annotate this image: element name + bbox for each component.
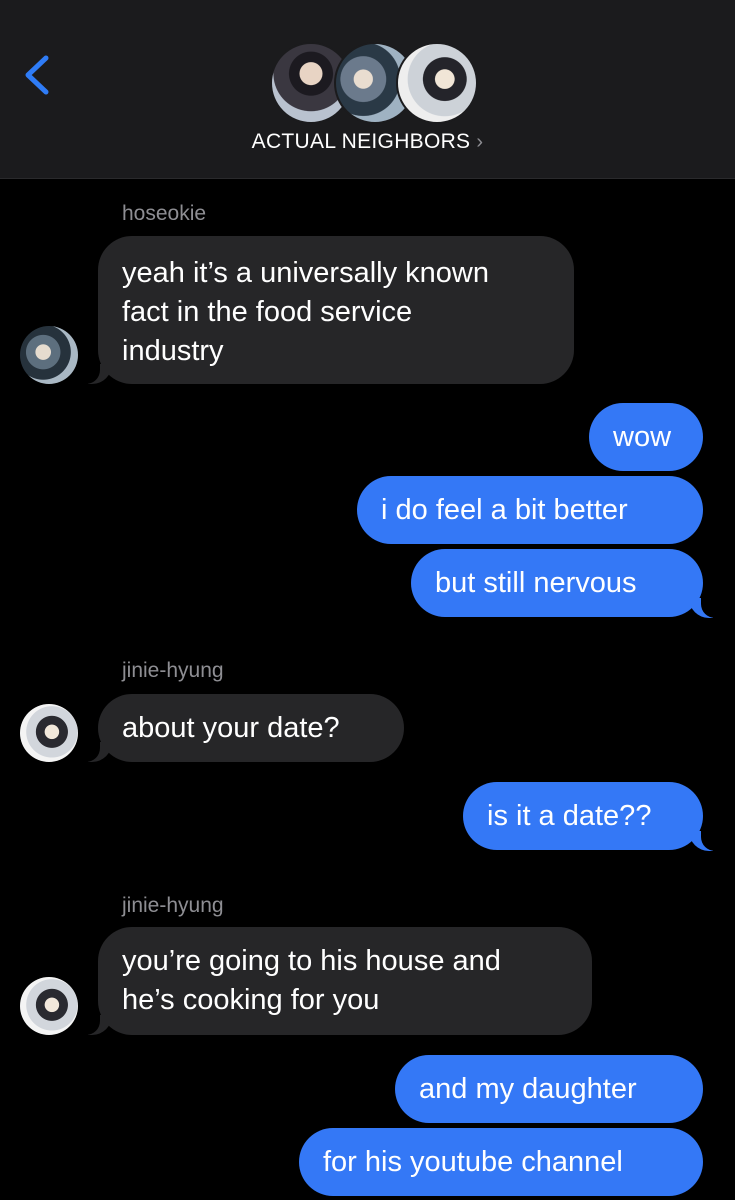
group-name: ACTUAL NEIGHBORS: [251, 130, 471, 153]
outgoing-message[interactable]: wow: [589, 403, 703, 471]
avatar: [396, 42, 478, 124]
outgoing-message[interactable]: i do feel a bit better: [357, 476, 703, 544]
avatar-hoseokie[interactable]: [20, 326, 78, 384]
message-line: you’re going to his house and: [122, 945, 501, 977]
bubble-tail: [689, 829, 723, 851]
message-line: industry: [122, 335, 224, 367]
outgoing-message[interactable]: for his youtube channel: [299, 1128, 703, 1196]
chevron-right-icon: ›: [476, 131, 484, 153]
sender-name: jinie-hyung: [122, 894, 224, 917]
chevron-left-icon[interactable]: [20, 52, 60, 98]
message-line: yeah it’s a universally known: [122, 257, 489, 289]
message-line: fact in the food service: [122, 296, 413, 328]
avatar-jinie-hyung[interactable]: [20, 977, 78, 1035]
group-title[interactable]: ACTUAL NEIGHBORS ›: [0, 130, 735, 154]
bubble-tail: [689, 596, 723, 618]
incoming-message[interactable]: about your date?: [98, 694, 404, 762]
incoming-message[interactable]: yeah it’s a universally known fact in th…: [98, 236, 574, 384]
bubble-tail: [78, 1013, 112, 1035]
outgoing-message[interactable]: but still nervous: [411, 549, 703, 617]
sender-name: hoseokie: [122, 202, 207, 225]
message-line: he’s cooking for you: [122, 984, 380, 1016]
outgoing-message[interactable]: and my daughter: [395, 1055, 703, 1123]
avatar-jinie-hyung[interactable]: [20, 704, 78, 762]
group-avatars[interactable]: [270, 42, 478, 124]
outgoing-message[interactable]: is it a date??: [463, 782, 703, 850]
conversation-header: ACTUAL NEIGHBORS ›: [0, 0, 735, 179]
sender-name: jinie-hyung: [122, 659, 224, 682]
bubble-tail: [78, 362, 112, 384]
bubble-tail: [78, 740, 112, 762]
incoming-message[interactable]: you’re going to his house and he’s cooki…: [98, 927, 592, 1035]
